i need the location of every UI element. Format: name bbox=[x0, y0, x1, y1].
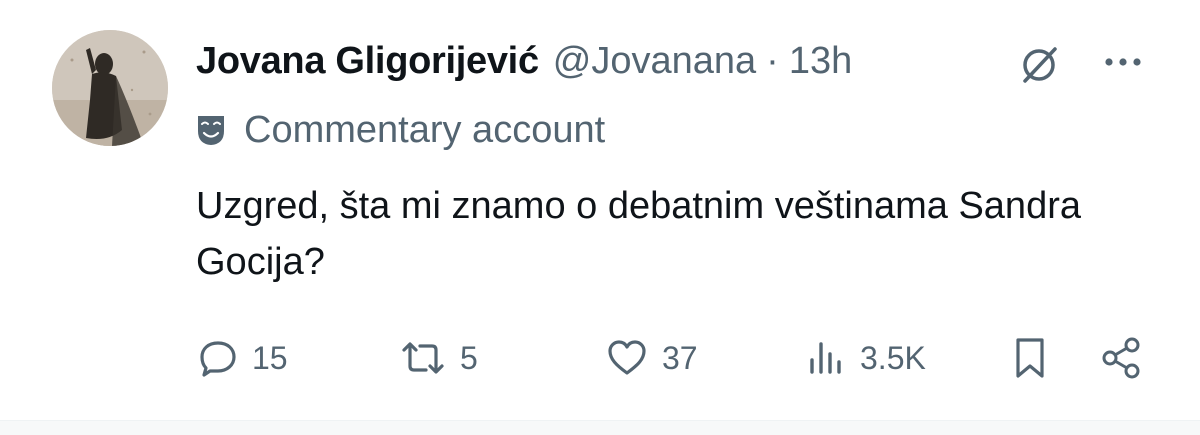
ellipsis-icon bbox=[1105, 58, 1141, 66]
feed-divider bbox=[0, 420, 1200, 435]
tweet-text: Uzgred, šta mi znamo o debatnim veštinam… bbox=[196, 185, 1081, 283]
reply-icon bbox=[200, 341, 236, 377]
analytics-icon bbox=[810, 342, 841, 374]
avatar[interactable] bbox=[52, 30, 168, 146]
reply-count: 15 bbox=[252, 339, 288, 376]
bookmark-icon bbox=[1016, 338, 1044, 378]
theater-masks-icon bbox=[198, 116, 224, 145]
share-icon bbox=[1102, 337, 1140, 379]
separator-dot: · bbox=[766, 39, 779, 82]
reply-button[interactable]: 15 bbox=[198, 330, 288, 386]
timestamp[interactable]: 13h bbox=[789, 40, 852, 83]
heart-icon bbox=[608, 340, 646, 375]
grok-icon bbox=[1023, 47, 1057, 83]
view-count: 3.5K bbox=[860, 339, 926, 376]
share-button[interactable] bbox=[1100, 330, 1144, 386]
like-button[interactable]: 37 bbox=[606, 330, 698, 386]
author-name[interactable]: Jovana Gligorijević bbox=[196, 40, 539, 83]
views-button[interactable]: 3.5K bbox=[806, 330, 926, 386]
account-label-text: Commentary account bbox=[244, 108, 606, 151]
action-bar: 15 5 37 3.5K bbox=[0, 330, 1200, 386]
tweet-header: Jovana Gligorijević @Jovanana · 13h bbox=[196, 36, 852, 86]
bookmark-button[interactable] bbox=[1012, 330, 1048, 386]
like-count: 37 bbox=[662, 339, 698, 376]
repost-count: 5 bbox=[460, 339, 478, 376]
more-options-button[interactable] bbox=[1098, 42, 1148, 82]
avatar-image bbox=[52, 30, 168, 146]
tweet-card[interactable]: Jovana Gligorijević @Jovanana · 13h Comm… bbox=[0, 0, 1200, 420]
grok-button[interactable] bbox=[1014, 40, 1064, 90]
account-label: Commentary account bbox=[196, 106, 605, 154]
author-handle[interactable]: @Jovanana bbox=[553, 40, 756, 83]
repost-button[interactable]: 5 bbox=[400, 330, 478, 386]
repost-icon bbox=[402, 342, 444, 374]
